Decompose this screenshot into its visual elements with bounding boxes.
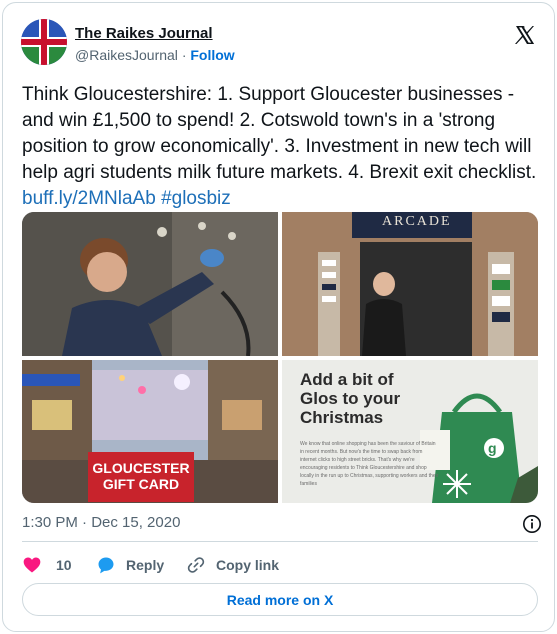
tweet-card: The Raikes Journal @RaikesJournal · Foll… — [2, 2, 555, 632]
copy-link-label: Copy link — [216, 557, 280, 573]
ad-body-text: We know that online shopping has been th… — [300, 441, 439, 487]
media-grid: ARCADE GLOUCESTER GIFT CARD g Add a bit … — [22, 212, 538, 503]
copy-link-button[interactable]: Copy link — [186, 553, 279, 577]
reply-label: Reply — [126, 557, 165, 573]
display-name[interactable]: The Raikes Journal — [75, 25, 213, 42]
tweet-link[interactable]: buff.ly/2MNlaAb — [22, 188, 156, 209]
photo-christmas-ad[interactable]: g Add a bit of Glos to your Christmas We… — [282, 360, 538, 503]
svg-text:g: g — [488, 440, 497, 456]
handle[interactable]: @RaikesJournal — [75, 47, 178, 63]
reply-bubble-icon — [98, 557, 114, 574]
photo-arcade-illustration — [282, 212, 538, 356]
gift-card-graphic: GLOUCESTER GIFT CARD — [88, 452, 194, 502]
photo-gift-card-street[interactable]: GLOUCESTER GIFT CARD — [22, 360, 278, 503]
handle-separator: · — [181, 47, 187, 63]
read-more-button[interactable]: Read more on X — [22, 583, 538, 616]
avatar[interactable] — [21, 19, 67, 65]
action-bar: 10 Reply Copy link — [22, 553, 542, 577]
tweet-hashtag[interactable]: #glosbiz — [161, 188, 231, 209]
flag-avatar — [21, 19, 67, 65]
tweet-text: Think Gloucestershire: 1. Support Glouce… — [22, 82, 542, 212]
photo-student-illustration — [22, 212, 278, 356]
like-button[interactable]: 10 — [22, 553, 72, 577]
timestamp-row: 1:30 PM · Dec 15, 2020 — [22, 514, 542, 534]
info-icon[interactable] — [522, 514, 542, 534]
handle-line: @RaikesJournal · Follow — [75, 47, 235, 63]
like-count: 10 — [56, 557, 72, 573]
heart-icon — [23, 557, 41, 573]
timestamp[interactable]: 1:30 PM · Dec 15, 2020 — [22, 514, 180, 531]
tweet-body: Think Gloucestershire: 1. Support Glouce… — [22, 84, 537, 183]
divider — [22, 541, 538, 542]
photo-student-machinery[interactable] — [22, 212, 278, 356]
follow-link[interactable]: Follow — [190, 47, 234, 63]
x-logo-icon[interactable] — [513, 23, 537, 47]
tweet-header: The Raikes Journal @RaikesJournal · Foll… — [21, 19, 541, 67]
link-icon — [187, 557, 205, 573]
photo-arcade-entrance[interactable]: ARCADE — [282, 212, 538, 356]
ad-headline: Add a bit of Glos to your Christmas — [300, 370, 401, 427]
reply-button[interactable]: Reply — [96, 553, 164, 577]
arcade-sign: ARCADE — [382, 214, 452, 229]
